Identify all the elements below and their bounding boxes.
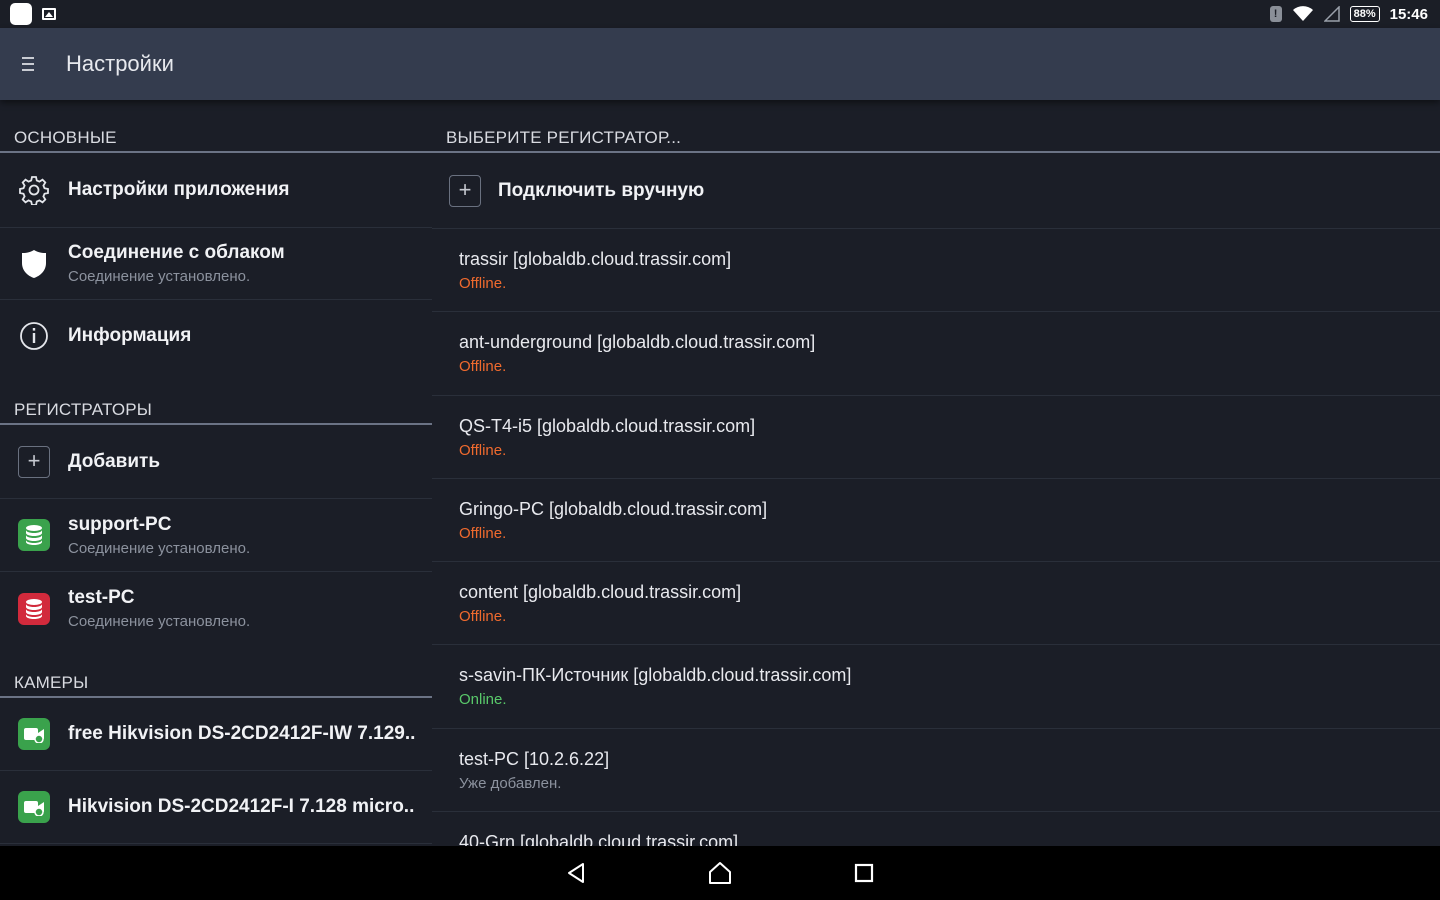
registrator-status: Соединение установлено. [68, 539, 251, 557]
registrator-option-name: ant-underground [globaldb.cloud.trassir.… [459, 332, 816, 353]
plus-icon: + [18, 445, 50, 478]
database-icon [18, 519, 50, 551]
clock: 15:46 [1389, 5, 1428, 23]
registrator-option-name: test-PC [10.2.6.22] [459, 748, 610, 769]
page-title: Настройки [66, 51, 174, 76]
database-icon [18, 592, 50, 625]
cloud-connection-status: Соединение установлено. [68, 268, 251, 285]
image-icon [42, 8, 56, 20]
add-registrator-button[interactable]: + Добавить [0, 425, 432, 499]
registrator-option[interactable]: Gringo-PC [globaldb.cloud.trassir.com] O… [432, 479, 1440, 563]
registrator-option-name: content [globaldb.cloud.trassir.com] [459, 582, 742, 603]
registrator-option-status: Online. [459, 691, 507, 709]
info-icon [20, 322, 48, 350]
registrator-name: test-PC [68, 587, 135, 608]
info-label: Информация [68, 325, 192, 346]
navigation-bar [0, 846, 1440, 900]
camera-item[interactable]: Hikvision DS-2CD2412F-I 7.128 micro.. [0, 771, 432, 844]
back-icon[interactable] [562, 859, 590, 887]
cloud-connection-label: Соединение с облаком [68, 242, 285, 263]
registrator-option-status: Offline. [459, 358, 507, 376]
shield-icon [22, 249, 46, 278]
app-settings-item[interactable]: Настройки приложения [0, 153, 432, 228]
plus-icon: + [449, 174, 481, 207]
registrator-item[interactable]: test-PC Соединение установлено. [0, 572, 432, 645]
registrator-option[interactable]: test-PC [10.2.6.22] Уже добавлен. [432, 729, 1440, 813]
connect-manually-button[interactable]: + Подключить вручную [432, 153, 1440, 229]
app-settings-label: Настройки приложения [68, 179, 290, 200]
app-bar: Настройки [0, 28, 1440, 100]
camera-item[interactable]: free Hikvision DS-2CD2412F-IW 7.129.. [0, 698, 432, 771]
alert-icon: ! [1269, 6, 1282, 22]
registrator-option-status: Offline. [459, 275, 507, 292]
registrator-option-status: Offline. [459, 524, 507, 542]
home-icon[interactable] [706, 859, 734, 887]
registrator-picker: ВЫБЕРИТЕ РЕГИСТРАТОР... + Подключить вру… [432, 100, 1440, 846]
camera-name: Hikvision DS-2CD2412F-I 7.128 micro.. [68, 796, 415, 817]
menu-icon[interactable] [22, 57, 46, 71]
registrator-option[interactable]: trassir [globaldb.cloud.trassir.com] Off… [432, 229, 1440, 313]
add-registrator-label: Добавить [68, 450, 161, 472]
registrator-option-name: trassir [globaldb.cloud.trassir.com] [459, 249, 732, 269]
section-header-select: ВЫБЕРИТЕ РЕГИСТРАТОР... [432, 100, 1440, 153]
registrator-option-status: Уже добавлен. [459, 774, 562, 792]
registrator-option[interactable]: QS-T4-i5 [globaldb.cloud.trassir.com] Of… [432, 396, 1440, 479]
registrator-option[interactable]: 40-Grn [globaldb.cloud.trassir.com] [432, 812, 1440, 846]
status-bar: ! 88% 15:46 [0, 0, 1440, 28]
camera-icon [18, 718, 50, 750]
registrator-name: support-PC [68, 513, 172, 535]
registrator-option[interactable]: content [globaldb.cloud.trassir.com] Off… [432, 562, 1440, 646]
connect-manually-label: Подключить вручную [498, 179, 705, 201]
settings-panel: ОСНОВНЫЕ Настройки приложения Соединение… [0, 100, 432, 846]
camera-icon [18, 791, 50, 823]
registrator-option[interactable]: s-savin-ПК-Источник [globaldb.cloud.tras… [432, 645, 1440, 729]
section-header-main: ОСНОВНЫЕ [0, 100, 432, 153]
section-header-cameras: КАМЕРЫ [0, 645, 432, 698]
registrator-option-name: QS-T4-i5 [globaldb.cloud.trassir.com] [459, 415, 756, 436]
registrator-option-name: Gringo-PC [globaldb.cloud.trassir.com] [459, 498, 768, 519]
battery-icon: 88% [1349, 6, 1380, 22]
registrator-option-status: Offline. [459, 608, 507, 626]
signal-icon [1323, 6, 1340, 22]
registrator-status: Соединение установлено. [68, 613, 251, 630]
registrator-option-status: Offline. [459, 441, 507, 459]
info-item[interactable]: Информация [0, 300, 432, 372]
main-content: ОСНОВНЫЕ Настройки приложения Соединение… [0, 100, 1440, 846]
registrator-item[interactable]: support-PC Соединение установлено. [0, 499, 432, 572]
cloud-connection-item[interactable]: Соединение с облаком Соединение установл… [0, 228, 432, 300]
registrator-option-name: s-savin-ПК-Источник [globaldb.cloud.tras… [459, 665, 852, 686]
note-icon [10, 3, 32, 25]
recents-icon[interactable] [850, 859, 878, 887]
wifi-icon [1292, 6, 1313, 21]
camera-name: free Hikvision DS-2CD2412F-IW 7.129.. [68, 723, 416, 744]
section-header-registrators: РЕГИСТРАТОРЫ [0, 372, 432, 425]
registrator-option-name: 40-Grn [globaldb.cloud.trassir.com] [459, 832, 739, 846]
gear-icon [19, 176, 49, 205]
registrator-option[interactable]: ant-underground [globaldb.cloud.trassir.… [432, 312, 1440, 396]
